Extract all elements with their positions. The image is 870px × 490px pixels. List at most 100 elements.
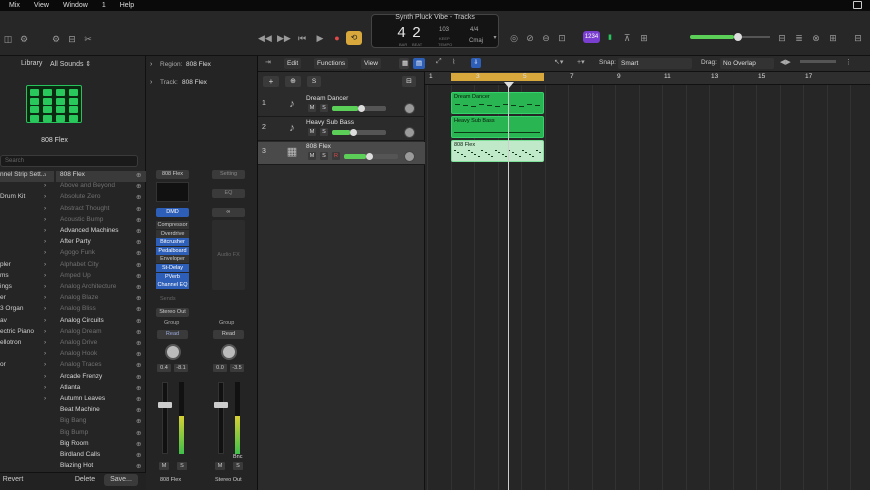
library-patch[interactable]: Abstract Thought bbox=[56, 205, 146, 216]
library-patch[interactable]: Analog Blaze bbox=[56, 294, 146, 305]
lcd-signature[interactable]: 4/4 bbox=[470, 27, 478, 33]
pointer-tool-icon[interactable]: ↖▾ bbox=[554, 58, 563, 66]
solo-button[interactable]: S bbox=[320, 128, 328, 136]
list-editors-icon[interactable]: ≣ bbox=[793, 32, 805, 44]
master-volume-slider[interactable] bbox=[690, 33, 770, 41]
zoom-slider[interactable] bbox=[800, 60, 836, 63]
strip2-fader-track[interactable] bbox=[218, 382, 224, 454]
playhead[interactable] bbox=[508, 82, 509, 490]
view-menu[interactable]: View bbox=[361, 58, 381, 69]
screen-mirror-icon[interactable] bbox=[853, 1, 862, 9]
plus-icon[interactable]: ⊕ bbox=[136, 417, 141, 425]
plus-icon[interactable]: ⊕ bbox=[136, 451, 141, 459]
pencil-tool-icon[interactable]: +▾ bbox=[577, 58, 585, 66]
library-patch[interactable]: Amped Up bbox=[56, 272, 146, 283]
library-patch[interactable]: Big Bump bbox=[56, 429, 146, 440]
drag-select[interactable]: No Overlap bbox=[720, 58, 774, 69]
library-filter[interactable]: All Sounds ⇕ bbox=[50, 60, 91, 68]
strip1-fader-track[interactable] bbox=[162, 382, 168, 454]
menu-window[interactable]: Window bbox=[63, 2, 88, 9]
strip1-plugin-slot[interactable]: Enveloper bbox=[156, 255, 189, 264]
tuner-icon[interactable]: ◎ bbox=[508, 32, 520, 44]
grid-view-icon[interactable]: ▦ bbox=[399, 58, 409, 69]
volume-knob[interactable] bbox=[358, 105, 365, 112]
strip2-bounce-label[interactable]: Bnc bbox=[233, 454, 242, 460]
revert-button[interactable]: Revert bbox=[0, 474, 28, 486]
go-to-start-icon[interactable]: ⏮ bbox=[296, 32, 308, 44]
region[interactable]: 808 Flex bbox=[451, 140, 544, 162]
plus-icon[interactable]: ⊕ bbox=[136, 216, 141, 224]
track-volume-slider[interactable] bbox=[332, 129, 386, 136]
automation-icon[interactable]: ⌇ bbox=[452, 58, 455, 66]
plus-icon[interactable]: ⊕ bbox=[136, 440, 141, 448]
track-volume-slider[interactable] bbox=[344, 153, 398, 160]
count-in-button[interactable]: 1234 bbox=[583, 31, 600, 43]
region-chevron-icon[interactable]: › bbox=[150, 61, 152, 68]
edit-menu[interactable]: Edit bbox=[284, 58, 302, 69]
library-patch[interactable]: Advanced Machines bbox=[56, 227, 146, 238]
metronome-icon[interactable]: ⊖ bbox=[540, 32, 552, 44]
lcd-key[interactable]: Cmaj bbox=[469, 38, 483, 44]
strip1-dmd-button[interactable]: DMD bbox=[156, 208, 189, 217]
menu-help[interactable]: Help bbox=[120, 2, 134, 9]
library-patch[interactable]: Agogo Funk bbox=[56, 249, 146, 260]
mixer-icon[interactable]: ⊟ bbox=[66, 33, 78, 45]
library-search-input[interactable]: Search bbox=[0, 155, 138, 167]
duplicate-track-icon[interactable]: ⊕ bbox=[285, 76, 301, 87]
play-icon[interactable]: ▶ bbox=[314, 32, 326, 44]
plus-icon[interactable]: ⊕ bbox=[136, 283, 141, 291]
plus-icon[interactable]: ⊕ bbox=[136, 227, 141, 235]
strip1-mute-button[interactable]: M bbox=[159, 462, 169, 470]
save-button[interactable]: Save... bbox=[104, 474, 138, 486]
library-patch[interactable]: Birdland Calls bbox=[56, 451, 146, 462]
notes-icon[interactable]: ⊟ bbox=[776, 32, 788, 44]
plus-icon[interactable]: ⊕ bbox=[136, 317, 141, 325]
strip1-output-button[interactable]: Stereo Out bbox=[156, 308, 189, 317]
catch-icon[interactable]: ⇥ bbox=[265, 58, 271, 66]
library-patch[interactable]: Analog Hook bbox=[56, 350, 146, 361]
strip2-group-label[interactable]: Group bbox=[219, 320, 234, 326]
plus-icon[interactable]: ⊕ bbox=[136, 272, 141, 280]
strip2-pan-knob[interactable] bbox=[221, 344, 237, 360]
plus-icon[interactable]: ⊕ bbox=[136, 205, 141, 213]
strip1-pan-knob[interactable] bbox=[165, 344, 181, 360]
piano-icon[interactable]: ⊞ bbox=[638, 32, 650, 44]
mute-button[interactable]: M bbox=[308, 152, 316, 160]
plus-icon[interactable]: ⊕ bbox=[136, 328, 141, 336]
add-track-button[interactable]: + bbox=[263, 76, 279, 87]
browser-icon[interactable]: ⊞ bbox=[827, 32, 839, 44]
mute-button[interactable]: M bbox=[308, 104, 316, 112]
track-pan-knob[interactable] bbox=[404, 151, 415, 162]
inspector-icon[interactable]: ⚙ bbox=[18, 33, 30, 45]
plus-icon[interactable]: ⊕ bbox=[136, 171, 141, 179]
plus-icon[interactable]: ⊕ bbox=[136, 182, 141, 190]
track-pan-knob[interactable] bbox=[404, 103, 415, 114]
global-tracks-icon[interactable]: ⊟ bbox=[402, 76, 416, 87]
library-icon[interactable]: ◫ bbox=[2, 33, 14, 45]
strip1-plugin-slot[interactable]: Pedalboard bbox=[156, 246, 189, 255]
snap-select[interactable]: Smart bbox=[618, 58, 692, 69]
lcd-tempo[interactable]: 103 bbox=[439, 27, 449, 33]
track-chevron-icon[interactable]: › bbox=[150, 79, 152, 86]
strip2-setting-button[interactable]: Setting bbox=[212, 170, 245, 179]
solo-button[interactable]: S bbox=[320, 152, 328, 160]
strip2-solo-button[interactable]: S bbox=[233, 462, 243, 470]
strip1-plugin-slot[interactable]: PVerb bbox=[156, 272, 189, 281]
playhead-handle-icon[interactable] bbox=[504, 82, 514, 88]
record-icon[interactable]: ● bbox=[331, 32, 343, 44]
library-right-icon[interactable]: ⊟ bbox=[852, 32, 864, 44]
library-patch[interactable]: Analog Dream bbox=[56, 328, 146, 339]
global-solo-button[interactable]: S bbox=[307, 76, 321, 87]
punch-icon[interactable]: ⊡ bbox=[556, 32, 568, 44]
library-patch[interactable]: Acoustic Bump bbox=[56, 216, 146, 227]
metronome-click-icon[interactable]: ⊼ bbox=[621, 32, 633, 44]
functions-menu[interactable]: Functions bbox=[314, 58, 349, 69]
library-patch[interactable]: Analog Circuits bbox=[56, 317, 146, 328]
plus-icon[interactable]: ⊕ bbox=[136, 238, 141, 246]
cycle-region[interactable] bbox=[451, 73, 544, 81]
lcd-chevron-down-icon[interactable]: ▾ bbox=[489, 32, 501, 44]
midi-in-icon[interactable]: ⇩ bbox=[471, 58, 481, 68]
solo-icon[interactable]: ⊘ bbox=[524, 32, 536, 44]
menu-view[interactable]: View bbox=[34, 2, 49, 9]
track-pan-knob[interactable] bbox=[404, 127, 415, 138]
